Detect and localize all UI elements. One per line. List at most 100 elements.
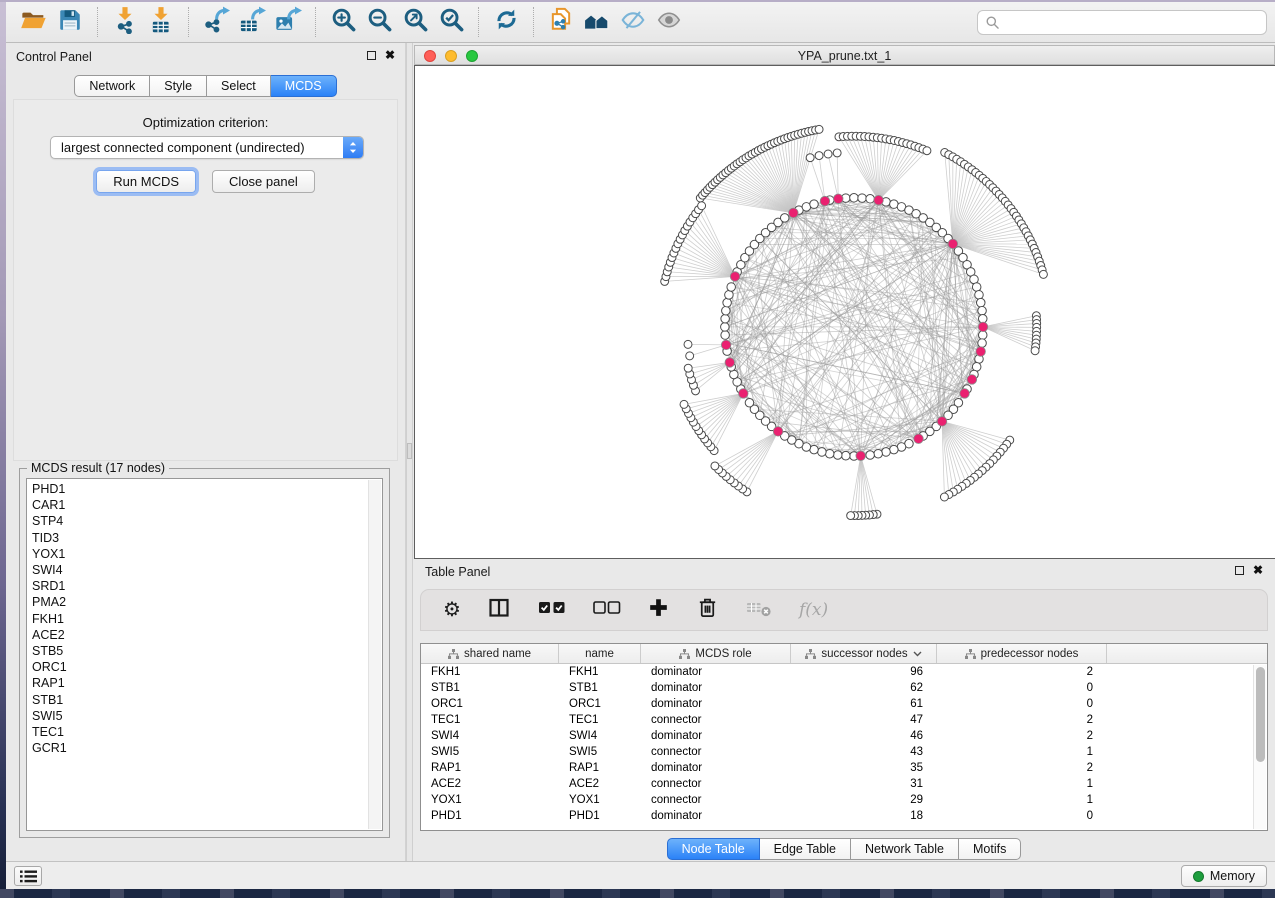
column-layout-button[interactable] — [488, 597, 511, 624]
mcds-node-item[interactable]: GCR1 — [32, 740, 382, 756]
table-cell[interactable]: connector — [641, 714, 791, 726]
column-header-MCDS-role[interactable]: MCDS role — [641, 644, 791, 663]
tab-edge-table[interactable]: Edge Table — [760, 838, 851, 860]
mcds-node-item[interactable]: STB5 — [32, 643, 382, 659]
export-network-button[interactable] — [198, 6, 234, 38]
table-row[interactable]: FKH1FKH1dominator962 — [421, 664, 1267, 680]
search-box[interactable] — [977, 10, 1267, 35]
table-cell[interactable]: connector — [641, 746, 791, 758]
zoom-selected-button[interactable] — [433, 6, 469, 38]
mcds-hub-node[interactable] — [914, 434, 924, 444]
delete-column-button[interactable] — [696, 596, 719, 624]
network-graph[interactable] — [415, 66, 1275, 558]
table-cell[interactable]: RAP1 — [559, 762, 641, 774]
table-cell[interactable]: ACE2 — [421, 778, 559, 790]
table-row[interactable]: STB1STB1dominator620 — [421, 680, 1267, 696]
table-cell[interactable]: STB1 — [559, 682, 641, 694]
save-session-button[interactable] — [52, 6, 88, 38]
run-mcds-button[interactable]: Run MCDS — [96, 170, 196, 193]
close-panel-icon[interactable]: ✖ — [385, 50, 395, 60]
mcds-hub-node[interactable] — [856, 451, 866, 461]
table-row[interactable]: RAP1RAP1dominator352 — [421, 760, 1267, 776]
table-cell[interactable]: connector — [641, 794, 791, 806]
mcds-node-item[interactable]: ACE2 — [32, 627, 382, 643]
mcds-hub-node[interactable] — [937, 417, 947, 427]
table-cell[interactable]: 46 — [791, 730, 937, 742]
table-cell[interactable]: 35 — [791, 762, 937, 774]
table-cell[interactable]: connector — [641, 778, 791, 790]
table-cell[interactable]: TEC1 — [559, 714, 641, 726]
table-cell[interactable]: dominator — [641, 682, 791, 694]
tab-node-table[interactable]: Node Table — [667, 838, 760, 860]
table-row[interactable]: YOX1YOX1connector291 — [421, 792, 1267, 808]
zoom-fit-button[interactable] — [397, 6, 433, 38]
hide-selected-button[interactable] — [615, 6, 651, 38]
table-cell[interactable]: FKH1 — [559, 666, 641, 678]
tab-style[interactable]: Style — [150, 75, 207, 97]
refresh-layout-button[interactable] — [488, 6, 524, 38]
table-cell[interactable]: dominator — [641, 810, 791, 822]
mcds-node-item[interactable]: TEC1 — [32, 724, 382, 740]
import-table-button[interactable] — [143, 6, 179, 38]
table-row[interactable]: ACE2ACE2connector311 — [421, 776, 1267, 792]
mcds-node-item[interactable]: SRD1 — [32, 578, 382, 594]
mcds-hub-node[interactable] — [789, 208, 799, 218]
mcds-node-item[interactable]: SWI5 — [32, 708, 382, 724]
table-cell[interactable]: 18 — [791, 810, 937, 822]
table-cell[interactable]: 2 — [937, 714, 1107, 726]
table-cell[interactable]: 1 — [937, 794, 1107, 806]
zoom-out-button[interactable] — [361, 6, 397, 38]
mcds-hub-node[interactable] — [948, 239, 958, 249]
mcds-hub-node[interactable] — [721, 340, 731, 350]
mcds-result-list[interactable]: PHD1CAR1STP4TID3YOX1SWI4SRD1PMA2FKH1ACE2… — [26, 478, 383, 831]
table-cell[interactable]: 1 — [937, 746, 1107, 758]
mcds-hub-node[interactable] — [725, 358, 735, 368]
mcds-hub-node[interactable] — [833, 194, 843, 204]
mcds-node-item[interactable]: YOX1 — [32, 546, 382, 562]
tab-motifs[interactable]: Motifs — [959, 838, 1021, 860]
tab-mcds[interactable]: MCDS — [271, 75, 337, 97]
table-cell[interactable]: 62 — [791, 682, 937, 694]
mcds-node-item[interactable]: RAP1 — [32, 675, 382, 691]
table-scrollbar-thumb[interactable] — [1256, 667, 1265, 762]
import-network-button[interactable] — [107, 6, 143, 38]
table-cell[interactable]: 2 — [937, 730, 1107, 742]
mcds-node-item[interactable]: SWI4 — [32, 562, 382, 578]
table-cell[interactable]: 2 — [937, 762, 1107, 774]
table-cell[interactable]: RAP1 — [421, 762, 559, 774]
tab-network-table[interactable]: Network Table — [851, 838, 959, 860]
table-cell[interactable]: 0 — [937, 698, 1107, 710]
duplicate-network-button[interactable] — [543, 6, 579, 38]
table-cell[interactable]: ORC1 — [559, 698, 641, 710]
table-scrollbar[interactable] — [1253, 665, 1266, 829]
table-cell[interactable]: PHD1 — [559, 810, 641, 822]
table-cell[interactable]: 43 — [791, 746, 937, 758]
table-cell[interactable]: 1 — [937, 778, 1107, 790]
table-cell[interactable]: 2 — [937, 666, 1107, 678]
open-file-button[interactable] — [16, 6, 52, 38]
table-cell[interactable]: dominator — [641, 730, 791, 742]
splitter-grip[interactable] — [407, 443, 412, 459]
table-cell[interactable]: 31 — [791, 778, 937, 790]
close-panel-button[interactable]: Close panel — [212, 170, 315, 193]
network-canvas[interactable] — [414, 65, 1275, 559]
table-cell[interactable]: ACE2 — [559, 778, 641, 790]
export-table-button[interactable] — [234, 6, 270, 38]
table-cell[interactable]: PHD1 — [421, 810, 559, 822]
mcds-node-item[interactable]: TID3 — [32, 530, 382, 546]
deselect-all-rows-button[interactable] — [593, 600, 621, 620]
show-all-button[interactable] — [651, 6, 687, 38]
add-column-button[interactable] — [648, 597, 669, 623]
mcds-list-scrollbar[interactable] — [368, 480, 381, 829]
table-cell[interactable]: dominator — [641, 698, 791, 710]
mcds-node-item[interactable]: STB1 — [32, 692, 382, 708]
table-cell[interactable]: dominator — [641, 666, 791, 678]
table-row[interactable]: SWI4SWI4dominator462 — [421, 728, 1267, 744]
table-cell[interactable]: YOX1 — [421, 794, 559, 806]
table-cell[interactable]: STB1 — [421, 682, 559, 694]
mcds-node-item[interactable]: FKH1 — [32, 611, 382, 627]
mcds-hub-node[interactable] — [773, 427, 783, 437]
float-table-panel-icon[interactable] — [1235, 566, 1244, 575]
column-header-name[interactable]: name — [559, 644, 641, 663]
criterion-dropdown[interactable]: largest connected component (undirected) — [50, 136, 364, 159]
